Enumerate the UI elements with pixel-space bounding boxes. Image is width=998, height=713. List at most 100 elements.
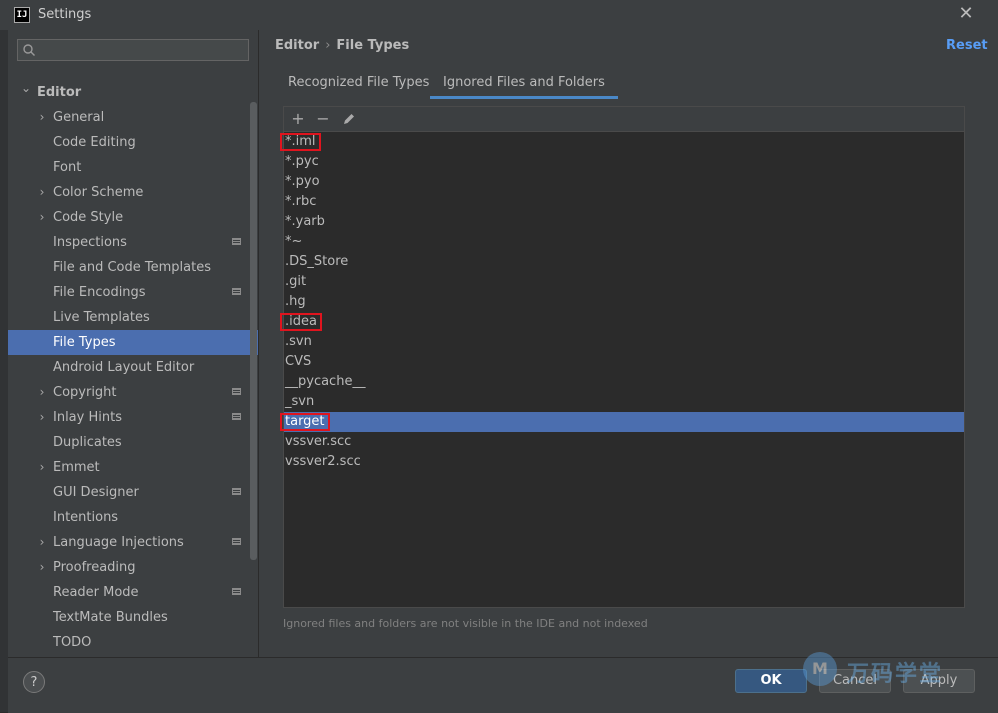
sidebar-item-file-and-code-templates[interactable]: File and Code Templates <box>8 255 258 280</box>
sidebar-item-label: Inspections <box>53 235 127 250</box>
list-item-text: CVS <box>285 354 312 369</box>
main-panel: Editor › File Types Reset Recognized File … <box>259 30 998 657</box>
settings-sidebar: ⌄ Editor › General Code Editing Font › Color Sc… <box>8 30 259 657</box>
sidebar-item-textmate-bundles[interactable]: TextMate Bundles <box>8 605 258 630</box>
chevron-right-icon[interactable]: › <box>36 105 48 130</box>
list-item-text: *.yarb <box>285 214 325 229</box>
search-input[interactable] <box>17 39 249 61</box>
project-scope-icon <box>232 538 241 545</box>
apply-button[interactable]: Apply <box>903 669 975 693</box>
project-scope-icon <box>232 588 241 595</box>
list-item[interactable]: .idea <box>280 312 964 332</box>
chevron-right-icon[interactable]: › <box>36 380 48 405</box>
list-item-text: .idea <box>285 314 317 329</box>
list-item-text: vssver2.scc <box>285 454 361 469</box>
ok-button[interactable]: OK <box>735 669 807 693</box>
list-item-text: .hg <box>285 294 306 309</box>
project-scope-icon <box>232 238 241 245</box>
chevron-right-icon[interactable]: › <box>36 455 48 480</box>
list-item-text: vssver.scc <box>285 434 352 449</box>
list-item-text: .DS_Store <box>285 254 349 269</box>
cancel-button[interactable]: Cancel <box>819 669 891 693</box>
list-item[interactable]: __pycache__ <box>284 372 964 392</box>
sidebar-item-file-types[interactable]: File Types <box>8 330 258 355</box>
list-item-text: .git <box>285 274 307 289</box>
edit-icon[interactable] <box>339 109 359 129</box>
intellij-app-icon: IJ <box>14 7 30 23</box>
remove-icon[interactable]: − <box>313 109 333 129</box>
list-item[interactable]: .hg <box>284 292 964 312</box>
list-item[interactable]: *.rbc <box>284 192 964 212</box>
sidebar-item-color-scheme[interactable]: › Color Scheme <box>8 180 258 205</box>
sidebar-item-label: Color Scheme <box>53 185 144 200</box>
list-item-text: *.pyc <box>285 154 319 169</box>
sidebar-item-label: Code Style <box>53 210 124 225</box>
sidebar-item-label: Intentions <box>53 510 119 525</box>
sidebar-item-todo[interactable]: TODO <box>8 630 258 655</box>
help-button[interactable]: ? <box>23 671 45 693</box>
sidebar-item-label: Proofreading <box>53 560 136 575</box>
search-icon <box>23 44 35 56</box>
sidebar-item-intentions[interactable]: Intentions <box>8 505 258 530</box>
background-window-edge <box>0 30 8 712</box>
list-item[interactable]: *.yarb <box>284 212 964 232</box>
breadcrumb-separator: › <box>325 38 331 53</box>
chevron-right-icon[interactable]: › <box>36 555 48 580</box>
list-item[interactable]: *.iml <box>280 132 964 152</box>
sidebar-scrollbar[interactable] <box>250 102 257 560</box>
sidebar-item-emmet[interactable]: › Emmet <box>8 455 258 480</box>
sidebar-item-language-injections[interactable]: › Language Injections <box>8 530 258 555</box>
sidebar-item-label: GUI Designer <box>53 485 139 500</box>
sidebar-item-label: General <box>53 110 105 125</box>
list-item-text: *~ <box>285 234 303 249</box>
chevron-right-icon[interactable]: › <box>36 205 48 230</box>
sidebar-item-editor[interactable]: ⌄ Editor <box>8 80 258 105</box>
chevron-right-icon[interactable]: › <box>36 530 48 555</box>
close-icon[interactable]: ✕ <box>958 5 974 23</box>
list-item[interactable]: CVS <box>284 352 964 372</box>
list-item[interactable]: .svn <box>284 332 964 352</box>
list-item[interactable]: target <box>280 412 964 432</box>
sidebar-item-label: File Types <box>53 335 116 350</box>
tab-recognized-file-types[interactable]: Recognized File Types <box>288 71 429 99</box>
sidebar-item-code-editing[interactable]: Code Editing <box>8 130 258 155</box>
list-item[interactable]: *.pyc <box>284 152 964 172</box>
list-item[interactable]: vssver2.scc <box>284 452 964 472</box>
chevron-down-icon[interactable]: ⌄ <box>20 76 32 101</box>
list-item[interactable]: vssver.scc <box>284 432 964 452</box>
sidebar-item-label: Emmet <box>53 460 100 475</box>
sidebar-item-gui-designer[interactable]: GUI Designer <box>8 480 258 505</box>
reset-link[interactable]: Reset <box>946 38 988 53</box>
list-item[interactable]: _svn <box>284 392 964 412</box>
sidebar-item-android-layout-editor[interactable]: Android Layout Editor <box>8 355 258 380</box>
list-item-text: *.pyo <box>285 174 320 189</box>
list-item[interactable]: *~ <box>284 232 964 252</box>
sidebar-item-label: File and Code Templates <box>53 260 211 275</box>
title-bar: IJ Settings ✕ <box>0 0 998 31</box>
sidebar-item-live-templates[interactable]: Live Templates <box>8 305 258 330</box>
sidebar-item-label: Font <box>53 160 82 175</box>
project-scope-icon <box>232 288 241 295</box>
sidebar-item-code-style[interactable]: › Code Style <box>8 205 258 230</box>
sidebar-item-general[interactable]: › General <box>8 105 258 130</box>
list-item[interactable]: .git <box>284 272 964 292</box>
list-item-text: *.rbc <box>285 194 317 209</box>
chevron-right-icon[interactable]: › <box>36 405 48 430</box>
add-icon[interactable]: + <box>288 109 308 129</box>
tab-ignored-files-and-folders[interactable]: Ignored Files and Folders <box>430 71 618 99</box>
sidebar-item-inlay-hints[interactable]: › Inlay Hints <box>8 405 258 430</box>
sidebar-item-copyright[interactable]: › Copyright <box>8 380 258 405</box>
sidebar-item-proofreading[interactable]: › Proofreading <box>8 555 258 580</box>
chevron-right-icon[interactable]: › <box>36 180 48 205</box>
list-item[interactable]: *.pyo <box>284 172 964 192</box>
project-scope-icon <box>232 388 241 395</box>
sidebar-item-file-encodings[interactable]: File Encodings <box>8 280 258 305</box>
breadcrumb-current: File Types <box>336 38 410 53</box>
sidebar-item-duplicates[interactable]: Duplicates <box>8 430 258 455</box>
sidebar-item-font[interactable]: Font <box>8 155 258 180</box>
sidebar-item-label: Android Layout Editor <box>53 360 195 375</box>
sidebar-item-reader-mode[interactable]: Reader Mode <box>8 580 258 605</box>
sidebar-item-label: TODO <box>53 635 92 650</box>
sidebar-item-inspections[interactable]: Inspections <box>8 230 258 255</box>
list-item[interactable]: .DS_Store <box>284 252 964 272</box>
